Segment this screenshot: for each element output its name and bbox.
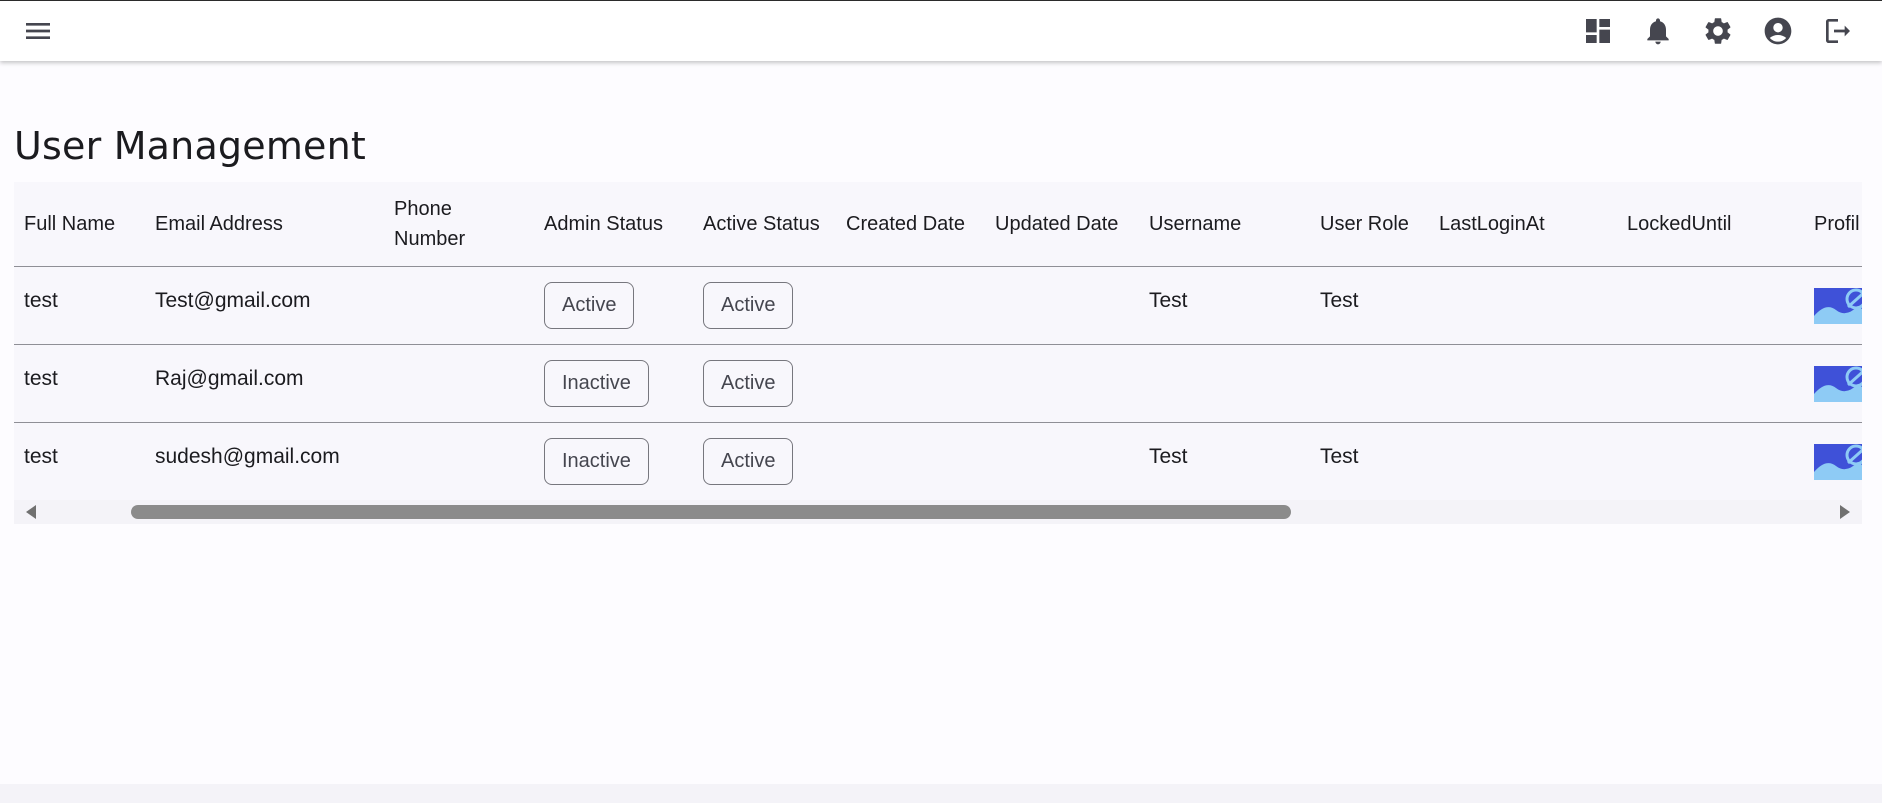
column-header-last-login[interactable]: LastLoginAt — [1429, 182, 1617, 267]
cell-last-login — [1429, 422, 1617, 500]
cell-username: Test — [1139, 266, 1310, 345]
cell-admin-status: Inactive — [534, 344, 693, 423]
cell-full-name: test — [24, 444, 58, 468]
admin-status-chip[interactable]: Inactive — [544, 437, 649, 485]
table-row[interactable]: test sudesh@gmail.com Inactive Active Te… — [14, 422, 1862, 500]
cell-admin-status: Inactive — [534, 422, 693, 500]
table-header-row: Full Name Email Address Phone Number Adm… — [14, 182, 1862, 267]
image-placeholder-icon[interactable] — [1814, 288, 1862, 324]
cell-updated-date — [985, 422, 1139, 500]
column-header-user-role[interactable]: User Role — [1310, 182, 1429, 267]
scroll-left-arrow-icon[interactable] — [26, 505, 36, 519]
active-status-chip[interactable]: Active — [703, 359, 794, 407]
cell-locked-until — [1617, 422, 1804, 500]
cell-active-status: Active — [693, 344, 836, 423]
cell-phone — [384, 422, 534, 500]
cell-username — [1139, 344, 1310, 423]
image-placeholder-icon[interactable] — [1814, 366, 1862, 402]
column-header-email[interactable]: Email Address — [145, 182, 384, 267]
cell-last-login — [1429, 266, 1617, 345]
cell-phone — [384, 266, 534, 345]
users-table: Full Name Email Address Phone Number Adm… — [14, 182, 1862, 500]
table-row[interactable]: test Raj@gmail.com Inactive Active — [14, 344, 1862, 423]
logout-icon[interactable] — [1816, 9, 1860, 53]
cell-profile — [1804, 422, 1862, 500]
dashboard-icon[interactable] — [1576, 9, 1620, 53]
column-header-updated-date[interactable]: Updated Date — [985, 182, 1139, 267]
users-table-container[interactable]: Full Name Email Address Phone Number Adm… — [14, 182, 1862, 524]
cell-active-status: Active — [693, 422, 836, 500]
column-header-phone[interactable]: Phone Number — [384, 182, 534, 267]
cell-user-role: Test — [1320, 444, 1359, 468]
column-header-locked-until[interactable]: LockedUntil — [1617, 182, 1804, 267]
table-row[interactable]: test Test@gmail.com Active Active Test T… — [14, 266, 1862, 345]
cell-user-role: Test — [1310, 266, 1429, 345]
cell-full-name: test — [14, 344, 145, 423]
column-header-profile[interactable]: Profil — [1804, 182, 1862, 267]
column-header-full-name[interactable]: Full Name — [14, 182, 145, 267]
account-icon[interactable] — [1756, 9, 1800, 53]
cell-profile — [1804, 344, 1862, 423]
cell-username: Test — [1149, 444, 1188, 468]
cell-email: Test@gmail.com — [145, 266, 384, 345]
scrollbar-thumb[interactable] — [131, 505, 1291, 519]
cell-last-login — [1429, 344, 1617, 423]
cell-user-role — [1310, 344, 1429, 423]
column-header-created-date[interactable]: Created Date — [836, 182, 985, 267]
image-placeholder-icon[interactable] — [1814, 444, 1862, 481]
horizontal-scrollbar[interactable] — [14, 500, 1862, 524]
cell-email: Raj@gmail.com — [145, 344, 384, 423]
active-status-chip[interactable]: Active — [703, 281, 794, 329]
cell-email: sudesh@gmail.com — [155, 444, 340, 468]
cell-phone — [384, 344, 534, 423]
cell-created-date — [836, 266, 985, 345]
cell-admin-status: Active — [534, 266, 693, 345]
scroll-right-arrow-icon[interactable] — [1840, 505, 1850, 519]
cell-active-status: Active — [693, 266, 836, 345]
admin-status-chip[interactable]: Inactive — [544, 359, 649, 407]
cell-updated-date — [985, 266, 1139, 345]
page-title: User Management — [14, 124, 367, 168]
admin-status-chip[interactable]: Active — [544, 281, 635, 329]
cell-profile — [1804, 266, 1862, 345]
menu-icon[interactable] — [16, 9, 60, 53]
notifications-icon[interactable] — [1636, 9, 1680, 53]
active-status-chip[interactable]: Active — [703, 437, 794, 485]
cell-updated-date — [985, 344, 1139, 423]
top-app-bar — [0, 0, 1882, 61]
column-header-username[interactable]: Username — [1139, 182, 1310, 267]
cell-created-date — [836, 344, 985, 423]
cell-locked-until — [1617, 344, 1804, 423]
column-header-admin-status[interactable]: Admin Status — [534, 182, 693, 267]
settings-icon[interactable] — [1696, 9, 1740, 53]
bottom-strip — [0, 784, 1882, 803]
cell-created-date — [836, 422, 985, 500]
column-header-active-status[interactable]: Active Status — [693, 182, 836, 267]
cell-full-name: test — [14, 266, 145, 345]
cell-locked-until — [1617, 266, 1804, 345]
